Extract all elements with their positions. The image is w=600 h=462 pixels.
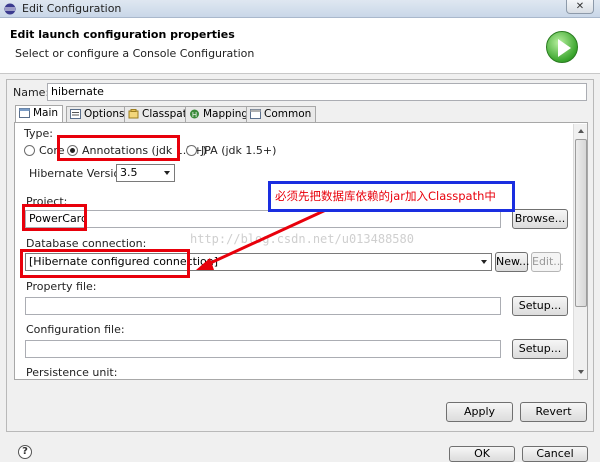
annotation-callout: 必须先把数据库依赖的jar加入Classpath中 — [268, 181, 515, 212]
help-icon[interactable]: ? — [18, 445, 32, 459]
annotation-arrow — [196, 207, 329, 270]
cancel-button[interactable]: Cancel — [522, 446, 588, 462]
ok-button[interactable]: OK — [449, 446, 515, 462]
